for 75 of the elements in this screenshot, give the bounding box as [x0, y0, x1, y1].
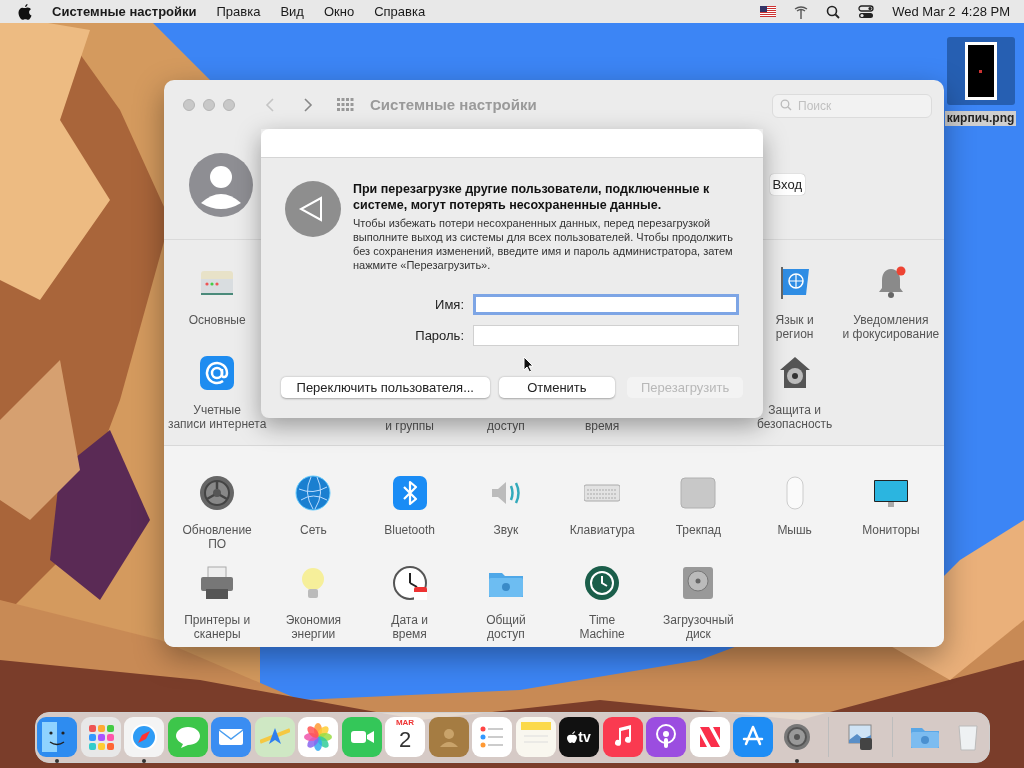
tv-app-icon[interactable]: tv: [559, 717, 599, 757]
menu-item[interactable]: Вид: [280, 1, 304, 22]
gear-icon: [199, 475, 236, 511]
pref-item[interactable]: Клавиатура: [569, 475, 635, 537]
pref-item[interactable]: Общий доступ: [486, 565, 526, 641]
field-label: Пароль:: [415, 326, 464, 345]
pref-item[interactable]: Принтеры и сканеры: [184, 565, 251, 641]
text-field[interactable]: [473, 325, 739, 346]
search-icon: [780, 99, 792, 111]
menu-app-name[interactable]: Системные настройки: [52, 1, 197, 22]
bluetooth-icon: [391, 475, 428, 511]
pref-item[interactable]: Экономия энергии: [285, 565, 342, 641]
pref-item[interactable]: Язык и регион: [775, 265, 814, 341]
pref-item[interactable]: Мышь: [776, 475, 813, 537]
pref-item[interactable]: Загрузочный диск: [662, 565, 734, 641]
video-camera-icon[interactable]: [341, 717, 382, 757]
pref-item[interactable]: Time Machine: [579, 565, 625, 641]
menu-clock[interactable]: Wed Mar 2 4:28 PM: [892, 1, 1010, 22]
podcast-icon[interactable]: [646, 717, 686, 757]
pref-item[interactable]: Мониторы: [862, 475, 920, 537]
pref-item[interactable]: Звук: [487, 475, 524, 537]
trackpad-icon: [680, 475, 717, 511]
envelope-icon[interactable]: [211, 717, 251, 757]
pointer-icon: [523, 356, 534, 373]
pref-label: и группы: [385, 419, 434, 433]
antenna-icon[interactable]: [794, 4, 809, 19]
speech-bubble-icon[interactable]: [167, 717, 208, 757]
apple-logo-icon[interactable]: [18, 3, 32, 20]
globe-icon: [295, 475, 332, 511]
toggles-icon[interactable]: [858, 4, 875, 19]
menu-item[interactable]: Правка: [216, 1, 261, 22]
flag-icon[interactable]: [760, 6, 777, 17]
at-sign-icon: [199, 355, 236, 391]
pref-item[interactable]: Дата и время: [391, 565, 428, 641]
text-field[interactable]: [473, 294, 739, 315]
list-icon[interactable]: [472, 717, 512, 757]
pref-label: доступ: [486, 419, 525, 433]
menu-item[interactable]: Окно: [323, 1, 355, 22]
compass-icon[interactable]: [124, 717, 164, 757]
sheet-message: Чтобы избежать потери несохраненных данных, перед перезагрузкой выполните выход из системы для всех пользователей. Чтобы продолжить без сохранения изменений, введите имя и пароль администратора, затем нажмите «Перезагрузить».: [353, 216, 734, 272]
dialog-button[interactable]: Переключить пользователя...: [281, 377, 490, 398]
pref-item[interactable]: Уведомления и фокусирование: [842, 265, 940, 341]
app-grid-icon[interactable]: [80, 717, 121, 757]
printer-icon: [199, 565, 236, 601]
pref-label: время: [584, 419, 620, 433]
dialog-button[interactable]: Отменить: [498, 377, 616, 398]
pref-item[interactable]: Сеть: [295, 475, 332, 537]
grid-icon[interactable]: [337, 98, 354, 112]
clock-icon: [391, 565, 428, 601]
menu-item[interactable]: Справка: [374, 1, 426, 22]
sheet-title: При перезагрузке другие пользователи, подключенные к системе, могут потерять несохраненные данные.: [353, 181, 711, 213]
news-icon[interactable]: [689, 717, 730, 757]
login-button[interactable]: Вход: [769, 174, 805, 195]
search-icon[interactable]: [826, 4, 841, 19]
avatar-icon[interactable]: [189, 152, 253, 217]
window-control-button[interactable]: [183, 99, 195, 111]
window-control-button[interactable]: [203, 99, 215, 111]
forward-icon[interactable]: [303, 97, 313, 113]
map-icon[interactable]: [254, 717, 295, 757]
pref-item[interactable]: Трекпад: [675, 475, 722, 537]
window-control-button[interactable]: [223, 99, 235, 111]
pref-item[interactable]: Bluetooth: [384, 475, 435, 537]
window-title: Системные настройки: [370, 94, 537, 115]
file-name[interactable]: кирпич.png: [944, 111, 1017, 126]
face-icon[interactable]: [37, 717, 77, 757]
music-note-icon[interactable]: [602, 717, 643, 757]
calendar-icon[interactable]: MAR 2: [385, 717, 425, 757]
person-card-icon[interactable]: [428, 717, 469, 757]
flower-icon[interactable]: [298, 717, 338, 757]
field-label: Имя:: [435, 295, 464, 314]
clock-icon: [584, 565, 621, 601]
pref-item[interactable]: Основные: [188, 265, 246, 327]
image-file-thumbnail[interactable]: [946, 37, 1015, 105]
app-store-icon[interactable]: [733, 717, 773, 757]
pref-item[interactable]: Обновление ПО: [182, 475, 252, 551]
